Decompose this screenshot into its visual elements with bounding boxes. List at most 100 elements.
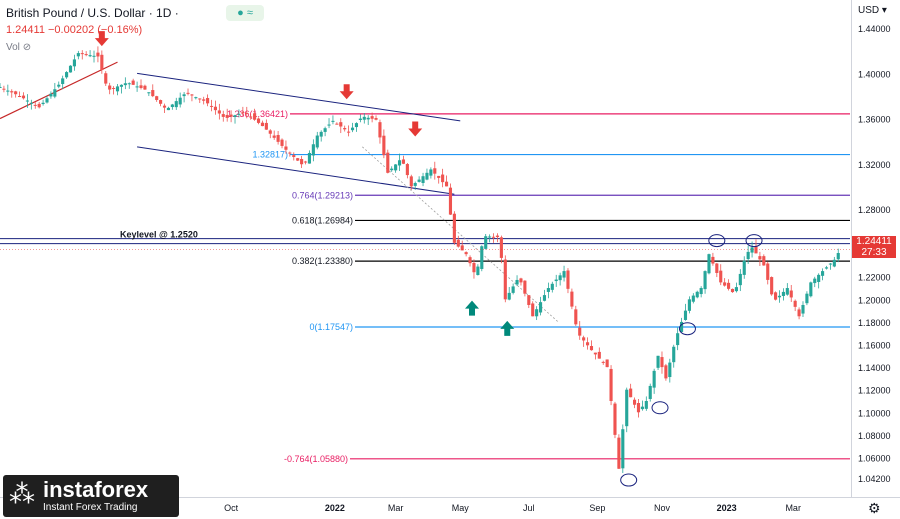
candle-body: [68, 65, 73, 73]
status-badge[interactable]: ● ≈: [226, 5, 264, 21]
candle-body: [96, 52, 100, 57]
currency-selector[interactable]: USD ▾: [858, 5, 887, 16]
up-arrow-icon: [465, 300, 480, 316]
candle-body: [687, 299, 691, 311]
candle-body: [527, 295, 531, 305]
candle-body: [72, 59, 76, 67]
support-trendline: [0, 61, 118, 120]
candle-body: [762, 256, 766, 266]
price-chart[interactable]: 1.440001.400001.360001.320001.280001.240…: [0, 0, 900, 519]
candle-body: [241, 112, 245, 114]
y-tick-label: 1.08000: [858, 431, 891, 441]
candle-body: [644, 400, 648, 409]
candle-body: [178, 97, 182, 105]
candle-body: [468, 257, 472, 264]
candle-body: [2, 88, 6, 90]
gear-icon[interactable]: ⚙: [868, 500, 881, 517]
candle-body: [433, 168, 437, 174]
candle-body: [746, 251, 750, 260]
candle-body: [268, 130, 272, 134]
candle-body: [656, 355, 660, 368]
candle-body: [609, 368, 613, 401]
candle-body: [131, 80, 135, 85]
candle-body: [836, 253, 840, 260]
candle-body: [115, 86, 120, 92]
candle-body: [14, 91, 18, 95]
candle-body: [789, 290, 793, 298]
candle-body: [323, 128, 327, 132]
candle-body: [84, 54, 88, 56]
x-tick-label: Mar: [785, 503, 801, 513]
candle-body: [382, 135, 386, 156]
pattern-ellipse: [745, 234, 763, 248]
logo-tagline: Instant Forex Trading: [43, 502, 138, 513]
candle-body: [229, 114, 233, 117]
candle-body: [213, 106, 218, 111]
candle-body: [166, 107, 170, 111]
y-tick-label: 1.32000: [858, 160, 891, 170]
candle-body: [605, 359, 609, 368]
candle-body: [582, 337, 586, 341]
candle-body: [25, 100, 29, 102]
candle-body: [503, 259, 507, 300]
candle-body: [691, 295, 695, 302]
price-change-readout: 1.24411 −0.00202 (−0.16%): [6, 24, 143, 36]
bar-countdown: 27:33: [861, 247, 887, 258]
candle-body: [331, 120, 335, 122]
candle-body: [613, 403, 617, 435]
x-tick-label: Sep: [589, 503, 605, 513]
candle-body: [350, 127, 355, 131]
candle-body: [488, 236, 492, 238]
candle-body: [664, 365, 668, 379]
x-tick-label: 2023: [717, 503, 737, 513]
down-arrow-icon: [408, 121, 423, 137]
candle-body: [476, 266, 480, 276]
candle-body: [828, 263, 832, 265]
candle-body: [785, 288, 789, 295]
candle-body: [237, 113, 241, 115]
candle-body: [574, 309, 578, 325]
candle-body: [484, 236, 488, 249]
candle-body: [300, 158, 304, 165]
candle-body: [186, 92, 190, 94]
candle-body: [170, 104, 174, 108]
candle-body: [45, 98, 49, 103]
candle-body: [566, 270, 570, 289]
volume-label[interactable]: Vol ⊘: [6, 42, 31, 53]
candle-body: [253, 113, 257, 120]
logo-mark-icon: ⁂: [9, 479, 35, 509]
candle-body: [421, 176, 425, 183]
y-tick-label: 1.20000: [858, 295, 891, 305]
candle-body: [593, 352, 597, 355]
candle-body: [448, 187, 453, 215]
instaforex-logo: ⁂ instaforex Instant Forex Trading: [3, 475, 179, 517]
candle-body: [652, 370, 656, 388]
candle-body: [535, 309, 539, 317]
y-tick-label: 1.18000: [858, 318, 891, 328]
x-tick-label: Nov: [654, 503, 671, 513]
candle-body: [100, 54, 104, 71]
candle-body: [464, 252, 468, 255]
eye-hidden-icon[interactable]: ⊘: [23, 42, 31, 53]
candle-body: [182, 94, 186, 97]
candle-body: [280, 139, 284, 146]
candle-body: [597, 351, 601, 359]
candle-body: [88, 55, 92, 57]
y-tick-label: 1.40000: [858, 69, 891, 79]
candle-body: [676, 333, 680, 346]
x-tick-label: Jul: [523, 503, 535, 513]
candle-body: [742, 260, 746, 275]
symbol-title[interactable]: British Pound / U.S. Dollar · 1D ·: [6, 6, 179, 20]
candle-body: [585, 342, 590, 346]
candle-body: [335, 123, 339, 125]
x-tick-label: Mar: [388, 503, 404, 513]
candle-body: [358, 118, 362, 120]
candle-body: [206, 98, 210, 104]
candle-body: [198, 98, 202, 100]
candle-body: [264, 122, 268, 130]
y-tick-label: 1.10000: [858, 408, 891, 418]
candle-body: [809, 282, 813, 297]
candle-body: [507, 292, 511, 300]
candle-body: [750, 247, 754, 253]
candle-body: [715, 263, 719, 273]
